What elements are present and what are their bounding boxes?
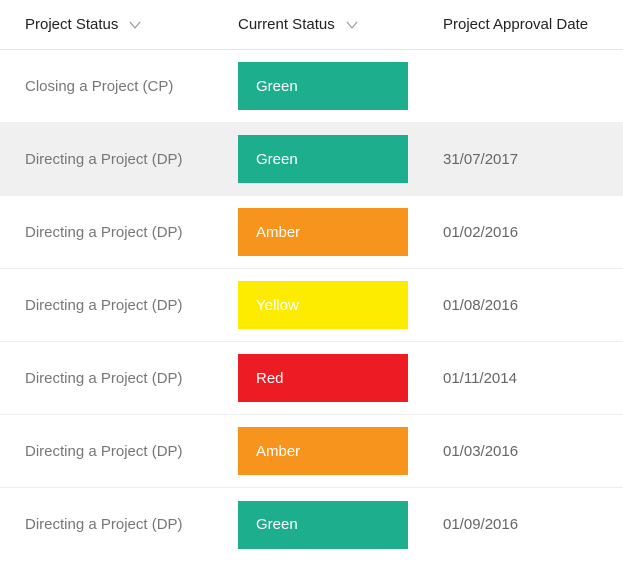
header-approval-date[interactable]: Project Approval Date xyxy=(443,16,613,33)
header-current-status-label: Current Status xyxy=(238,16,335,33)
cell-project-status: Closing a Project (CP) xyxy=(25,78,238,95)
chevron-down-icon xyxy=(128,18,142,32)
status-badge: Amber xyxy=(238,208,408,256)
cell-current-status: Green xyxy=(238,62,443,110)
cell-project-status: Directing a Project (DP) xyxy=(25,224,238,241)
table-row[interactable]: Directing a Project (DP)Red 01/11/2014 xyxy=(0,342,623,415)
cell-approval-date: 01/08/2016 xyxy=(443,297,613,314)
cell-project-status: Directing a Project (DP) xyxy=(25,151,238,168)
header-project-status-label: Project Status xyxy=(25,16,118,33)
table-body: Closing a Project (CP)GreenDirecting a P… xyxy=(0,50,623,561)
table-row[interactable]: Directing a Project (DP)Green 31/07/2017 xyxy=(0,123,623,196)
status-badge: Red xyxy=(238,354,408,402)
status-badge: Green xyxy=(238,135,408,183)
cell-current-status: Green xyxy=(238,135,443,183)
cell-current-status: Red xyxy=(238,354,443,402)
cell-approval-date: 01/02/2016 xyxy=(443,224,613,241)
status-badge: Amber xyxy=(238,427,408,475)
header-approval-date-label: Project Approval Date xyxy=(443,16,588,33)
table-row[interactable]: Directing a Project (DP)Amber 01/03/2016 xyxy=(0,415,623,488)
project-table: Project Status Current Status Project Ap… xyxy=(0,0,623,561)
status-badge: Green xyxy=(238,501,408,549)
cell-project-status: Directing a Project (DP) xyxy=(25,443,238,460)
cell-approval-date: 01/03/2016 xyxy=(443,443,613,460)
header-project-status[interactable]: Project Status xyxy=(25,16,238,33)
header-current-status[interactable]: Current Status xyxy=(238,16,443,33)
cell-project-status: Directing a Project (DP) xyxy=(25,516,238,533)
cell-current-status: Amber xyxy=(238,208,443,256)
cell-project-status: Directing a Project (DP) xyxy=(25,370,238,387)
cell-approval-date: 01/11/2014 xyxy=(443,370,613,387)
cell-approval-date: 01/09/2016 xyxy=(443,516,613,533)
cell-current-status: Amber xyxy=(238,427,443,475)
table-row[interactable]: Directing a Project (DP)Yellow 01/08/2016 xyxy=(0,269,623,342)
cell-approval-date: 31/07/2017 xyxy=(443,151,613,168)
table-row[interactable]: Closing a Project (CP)Green xyxy=(0,50,623,123)
cell-current-status: Green xyxy=(238,501,443,549)
cell-project-status: Directing a Project (DP) xyxy=(25,297,238,314)
table-row[interactable]: Directing a Project (DP)Green 01/09/2016 xyxy=(0,488,623,561)
status-badge: Green xyxy=(238,62,408,110)
table-row[interactable]: Directing a Project (DP)Amber 01/02/2016 xyxy=(0,196,623,269)
cell-current-status: Yellow xyxy=(238,281,443,329)
table-header-row: Project Status Current Status Project Ap… xyxy=(0,0,623,50)
chevron-down-icon xyxy=(345,18,359,32)
status-badge: Yellow xyxy=(238,281,408,329)
